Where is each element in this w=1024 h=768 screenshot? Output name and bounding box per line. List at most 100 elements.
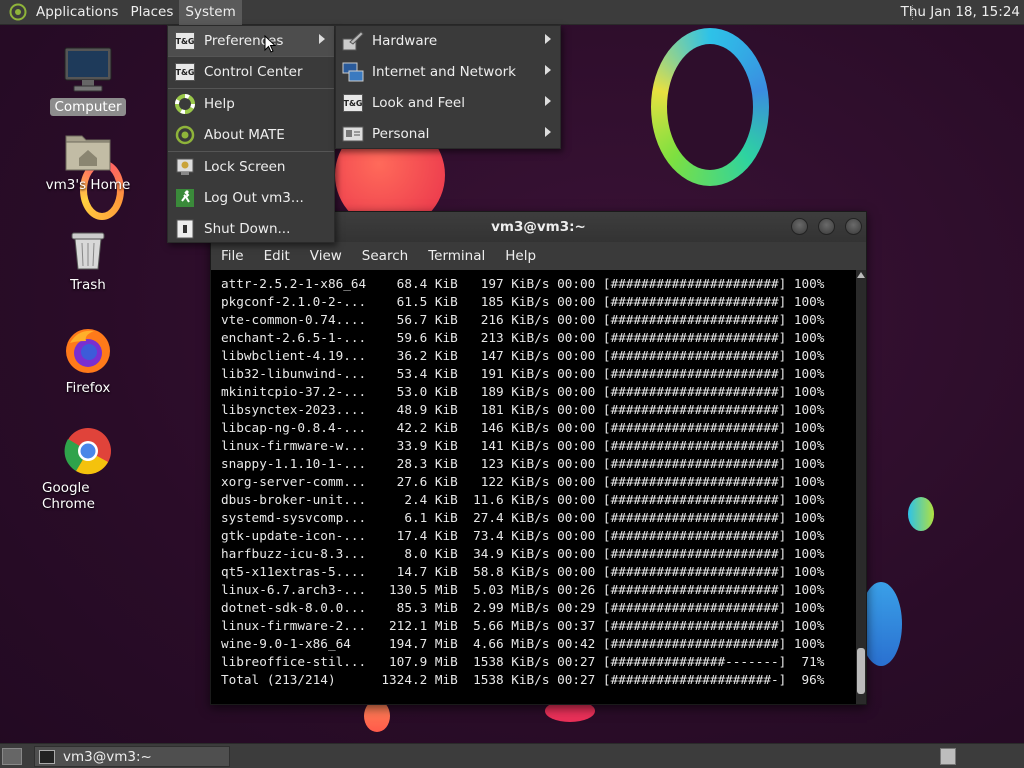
desktop-icon-label: vm3's Home <box>45 177 131 193</box>
desktop-icon-label: Google Chrome <box>42 480 95 512</box>
taskbar-button-terminal[interactable]: vm3@vm3:~ <box>34 746 230 767</box>
menu-item-label: Lock Screen <box>204 159 286 175</box>
network-icon <box>342 61 364 83</box>
terminal-line: pkgconf-2.1.0-2-... 61.5 KiB 185 KiB/s 0… <box>221 294 825 309</box>
wallpaper-ring-decoration <box>651 28 769 186</box>
menu-item-label: Help <box>204 96 235 112</box>
menu-item-label: Control Center <box>204 64 303 80</box>
terminal-line: linux-6.7.arch3-... 130.5 MiB 5.03 MiB/s… <box>221 582 825 597</box>
firefox-icon <box>66 329 110 373</box>
submenu-arrow-icon <box>545 65 551 75</box>
places-menu[interactable]: Places <box>124 0 179 25</box>
desktop-icon-chrome[interactable]: Google Chrome <box>38 427 138 513</box>
clock[interactable]: Thu Jan 18, 15:24 <box>901 0 1020 25</box>
terminal-scrollbar[interactable] <box>856 270 866 704</box>
lock-screen-icon <box>174 156 196 178</box>
submenu-arrow-icon <box>319 34 325 44</box>
home-folder-icon <box>65 135 111 171</box>
terminal-line: mkinitcpio-37.2-... 53.0 KiB 189 KiB/s 0… <box>221 384 825 399</box>
control-center-icon: T&G <box>174 61 196 83</box>
help-lifebuoy-icon <box>174 93 196 115</box>
terminal-line: xorg-server-comm... 27.6 KiB 122 KiB/s 0… <box>221 474 825 489</box>
mate-about-icon <box>174 124 196 146</box>
menu-item-label: Log Out vm3... <box>204 190 304 206</box>
system-menu: T&G Preferences T&G Control Center Help … <box>167 25 335 243</box>
submenu-arrow-icon <box>545 34 551 44</box>
terminal-icon <box>39 749 55 764</box>
terminal-line: libcap-ng-0.8.4-... 42.2 KiB 146 KiB/s 0… <box>221 420 825 435</box>
terminal-line: lib32-libunwind-... 53.4 KiB 191 KiB/s 0… <box>221 366 825 381</box>
minimize-button[interactable] <box>791 218 808 235</box>
close-button[interactable] <box>845 218 862 235</box>
menu-item-label: Hardware <box>372 33 438 49</box>
bottom-panel: vm3@vm3:~ <box>0 743 1024 768</box>
terminal-window[interactable]: vm3@vm3:~ File Edit View Search Terminal… <box>210 211 867 705</box>
menu-item-control-center[interactable]: T&G Control Center <box>168 57 334 87</box>
desktop-icon-label: Firefox <box>65 380 111 396</box>
menu-search[interactable]: Search <box>352 248 418 264</box>
menu-item-about-mate[interactable]: About MATE <box>168 120 334 150</box>
desktop-icon-label: Computer <box>50 98 126 116</box>
preferences-submenu: Hardware Internet and Network T&G Look a… <box>335 25 561 149</box>
hardware-icon <box>342 30 364 52</box>
terminal-line: linux-firmware-2... 212.1 MiB 5.66 MiB/s… <box>221 618 825 633</box>
desktop-icon-home[interactable]: vm3's Home <box>38 130 138 194</box>
menu-item-shut-down[interactable]: Shut Down... <box>168 214 334 244</box>
terminal-line: gtk-update-icon-... 17.4 KiB 73.4 KiB/s … <box>221 528 825 543</box>
taskbar-button-label: vm3@vm3:~ <box>63 748 152 765</box>
workspace-switcher[interactable] <box>940 748 956 765</box>
menu-edit[interactable]: Edit <box>254 248 300 264</box>
scroll-up-arrow-icon[interactable] <box>857 272 865 278</box>
trash-icon <box>71 232 105 270</box>
menu-terminal[interactable]: Terminal <box>418 248 495 264</box>
mouse-pointer-icon <box>264 35 276 53</box>
terminal-line: dotnet-sdk-8.0.0... 85.3 MiB 2.99 MiB/s … <box>221 600 825 615</box>
submenu-arrow-icon <box>545 127 551 137</box>
submenu-arrow-icon <box>545 96 551 106</box>
menu-item-log-out[interactable]: Log Out vm3... <box>168 183 334 213</box>
menu-item-label: Look and Feel <box>372 95 465 111</box>
computer-icon <box>64 47 112 92</box>
terminal-line: libsynctex-2023.... 48.9 KiB 181 KiB/s 0… <box>221 402 825 417</box>
desktop-icon-label: Trash <box>70 277 106 293</box>
wallpaper-green-blob <box>908 497 934 531</box>
terminal-line: libreoffice-stil... 107.9 MiB 1538 KiB/s… <box>221 654 825 669</box>
menu-item-label: Internet and Network <box>372 64 516 80</box>
terminal-output[interactable]: attr-2.5.2-1-x86_64 68.4 KiB 197 KiB/s 0… <box>211 270 856 704</box>
applications-menu[interactable]: Applications <box>30 0 124 25</box>
menu-item-label: Personal <box>372 126 430 142</box>
system-menu-button[interactable]: System <box>179 0 242 25</box>
mate-logo-icon[interactable] <box>6 0 30 25</box>
scrollbar-thumb[interactable] <box>857 648 865 694</box>
menu-item-look-and-feel[interactable]: T&G Look and Feel <box>336 88 560 118</box>
menu-item-help[interactable]: Help <box>168 89 334 119</box>
desktop-icon-firefox[interactable]: Firefox <box>38 327 138 397</box>
menu-item-preferences[interactable]: T&G Preferences <box>168 26 334 56</box>
terminal-line: systemd-sysvcomp... 6.1 KiB 27.4 KiB/s 0… <box>221 510 825 525</box>
menu-item-lock-screen[interactable]: Lock Screen <box>168 152 334 182</box>
look-and-feel-icon: T&G <box>342 92 364 114</box>
desktop-icon-trash[interactable]: Trash <box>38 230 138 294</box>
terminal-menubar: File Edit View Search Terminal Help <box>211 242 866 270</box>
terminal-line: linux-firmware-w... 33.9 KiB 141 KiB/s 0… <box>221 438 825 453</box>
maximize-button[interactable] <box>818 218 835 235</box>
menu-file[interactable]: File <box>211 248 254 264</box>
desktop-icon-computer[interactable]: Computer <box>38 46 138 116</box>
terminal-line: libwbclient-4.19... 36.2 KiB 147 KiB/s 0… <box>221 348 825 363</box>
menu-item-internet-and-network[interactable]: Internet and Network <box>336 57 560 87</box>
menu-help[interactable]: Help <box>495 248 546 264</box>
menu-item-hardware[interactable]: Hardware <box>336 26 560 56</box>
terminal-line: wine-9.0-1-x86_64 194.7 MiB 4.66 MiB/s 0… <box>221 636 825 651</box>
menu-item-label: About MATE <box>204 127 285 143</box>
window-title: vm3@vm3:~ <box>491 219 586 235</box>
menu-view[interactable]: View <box>300 248 352 264</box>
terminal-line: qt5-x11extras-5.... 14.7 KiB 58.8 KiB/s … <box>221 564 825 579</box>
menu-item-personal[interactable]: Personal <box>336 119 560 149</box>
terminal-line: enchant-2.6.5-1-... 59.6 KiB 213 KiB/s 0… <box>221 330 825 345</box>
chrome-icon <box>64 428 111 475</box>
top-panel: Applications Places System Thu Jan 18, 1… <box>0 0 1024 25</box>
shut-down-icon <box>174 218 196 240</box>
terminal-line: harfbuzz-icu-8.3... 8.0 KiB 34.9 KiB/s 0… <box>221 546 825 561</box>
show-desktop-button[interactable] <box>2 748 22 765</box>
log-out-icon <box>174 187 196 209</box>
